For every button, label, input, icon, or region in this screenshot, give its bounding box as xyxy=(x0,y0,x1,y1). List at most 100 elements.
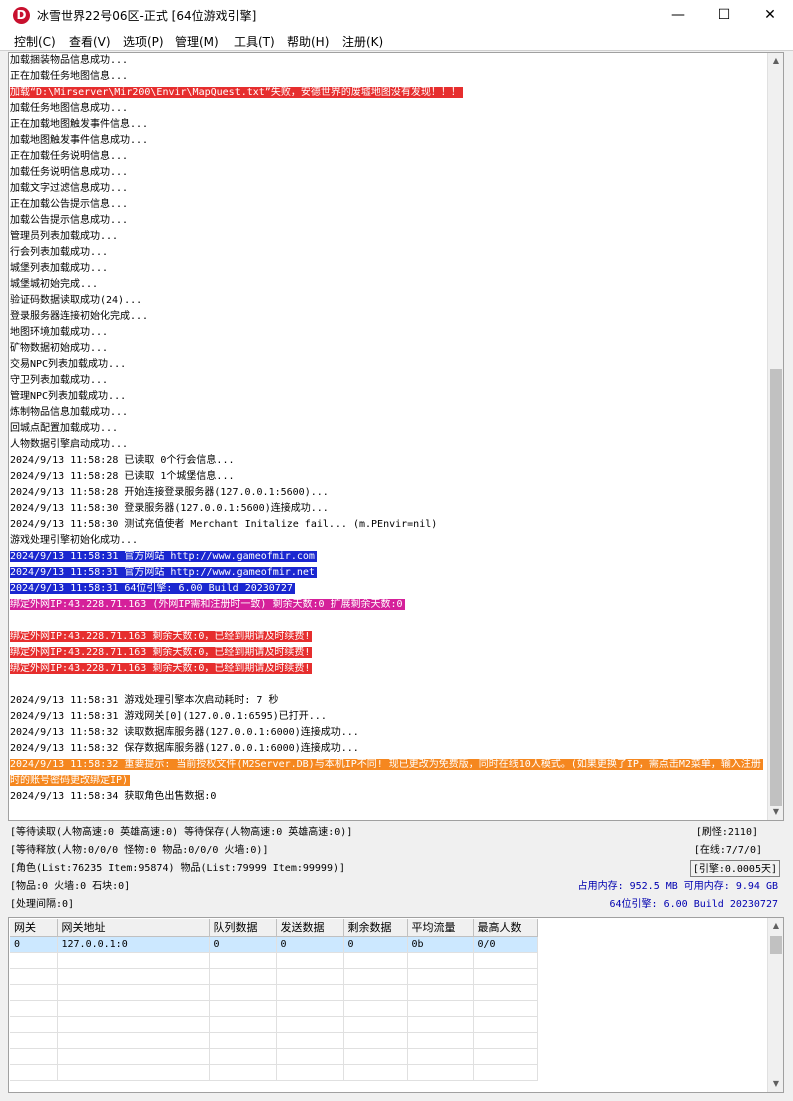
close-button[interactable]: ✕ xyxy=(747,0,793,30)
grid-scroll-thumb[interactable] xyxy=(770,936,782,954)
column-header[interactable]: 平均流量 xyxy=(407,919,474,937)
column-header[interactable]: 剩余数据 xyxy=(343,919,408,937)
log-line-text: 绑定外网IP:43.228.71.163 剩余天数:0，已经到期请及时续费! xyxy=(10,663,313,674)
log-line: 绑定外网IP:43.228.71.163 剩余天数:0，已经到期请及时续费! xyxy=(10,645,768,661)
log-line xyxy=(10,677,768,693)
log-line: 2024/9/13 11:58:31 官方网站 http://www.gameo… xyxy=(10,565,768,581)
app-logo-icon: D xyxy=(13,7,30,24)
log-line: 加载“D:\Mirserver\Mir200\Envir\MapQuest.tx… xyxy=(10,85,768,101)
log-line: 2024/9/13 11:58:30 测试充值使者 Merchant Inita… xyxy=(10,517,768,533)
scroll-up-icon[interactable]: ▲ xyxy=(768,53,783,69)
log-line: 加载地图触发事件信息成功... xyxy=(10,133,768,149)
log-line-text: 地图环境加载成功... xyxy=(10,327,109,338)
log-line: 交易NPC列表加载成功... xyxy=(10,357,768,373)
log-line-text: 2024/9/13 11:58:28 开始连接登录服务器(127.0.0.1:5… xyxy=(10,487,329,498)
empty-row xyxy=(10,1048,538,1065)
log-line: 加载任务地图信息成功... xyxy=(10,101,768,117)
log-line: 加载捆装物品信息成功... xyxy=(10,53,768,69)
log-output[interactable]: 加载捆装物品信息成功... 正在加载任务地图信息... 加载“D:\Mirserve… xyxy=(8,52,784,821)
log-line: 正在加载任务说明信息... xyxy=(10,149,768,165)
column-header[interactable]: 网关地址 xyxy=(57,919,210,937)
log-line: 绑定外网IP:43.228.71.163 (外网IP需和注册时一致) 剩余天数:… xyxy=(10,597,768,613)
log-line: 管理NPC列表加载成功... xyxy=(10,389,768,405)
log-line-text: 绑定外网IP:43.228.71.163 剩余天数:0，已经到期请及时续费! xyxy=(10,631,313,642)
scroll-up-icon[interactable]: ▲ xyxy=(768,918,783,934)
menu-register[interactable]: 注册(K) xyxy=(342,33,383,50)
menu-view[interactable]: 查看(V) xyxy=(69,33,111,50)
log-line: 2024/9/13 11:58:28 开始连接登录服务器(127.0.0.1:5… xyxy=(10,485,768,501)
menu-help[interactable]: 帮助(H) xyxy=(287,33,329,50)
grid-scrollbar[interactable]: ▲ ▼ xyxy=(767,918,783,1092)
log-line-text: 2024/9/13 11:58:31 游戏处理引擎本次启动耗时: 7 秒 xyxy=(10,695,279,706)
status-engine: [引擎:0.0005天] xyxy=(689,860,780,877)
column-header[interactable]: 队列数据 xyxy=(209,919,277,937)
status-panel: [等待读取(人物高速:0 英雄高速:0) 等待保存(人物高速:0 英雄高速:0)… xyxy=(8,822,784,916)
scroll-down-icon[interactable]: ▼ xyxy=(768,804,783,820)
log-line-text: 正在加载公告提示信息... xyxy=(10,199,129,210)
menu-control[interactable]: 控制(C) xyxy=(14,33,56,50)
log-line: 守卫列表加载成功... xyxy=(10,373,768,389)
empty-row xyxy=(10,968,538,985)
table-row[interactable]: 0 127.0.0.1:0 0 0 0 0b 0/0 xyxy=(10,936,538,953)
menu-tools[interactable]: 工具(T) xyxy=(234,33,275,50)
column-header[interactable]: 网关 xyxy=(10,919,58,937)
log-line-text: 正在加载地图触发事件信息... xyxy=(10,119,149,130)
log-line: 2024/9/13 11:58:32 读取数据库服务器(127.0.0.1:60… xyxy=(10,725,768,741)
table-cell: 0/0 xyxy=(473,936,538,953)
log-line-text: 加载捆装物品信息成功... xyxy=(10,55,129,66)
table-cell: 0b xyxy=(407,936,474,953)
log-line: 2024/9/13 11:58:31 官方网站 http://www.gameo… xyxy=(10,549,768,565)
empty-row xyxy=(10,1064,538,1081)
log-line: 2024/9/13 11:58:32 重要提示: 当前授权文件(M2Server… xyxy=(10,757,768,789)
log-line-text: 人物数据引擎启动成功... xyxy=(10,439,129,450)
log-line: 行会列表加载成功... xyxy=(10,245,768,261)
log-line xyxy=(10,613,768,629)
status-roles: [角色(List:76235 Item:95874) 物品(List:79999… xyxy=(10,863,346,874)
log-line-text: 验证码数据读取成功(24)... xyxy=(10,295,143,306)
maximize-button[interactable]: ☐ xyxy=(701,0,747,30)
empty-row xyxy=(10,1000,538,1017)
log-lines: 加载捆装物品信息成功... 正在加载任务地图信息... 加载“D:\Mirserve… xyxy=(10,53,768,805)
log-line-text: 登录服务器连接初始化完成... xyxy=(10,311,149,322)
log-line-text: 2024/9/13 11:58:32 保存数据库服务器(127.0.0.1:60… xyxy=(10,743,359,754)
log-line-text: 游戏处理引擎初始化成功... xyxy=(10,535,139,546)
scroll-down-icon[interactable]: ▼ xyxy=(768,1076,783,1092)
log-line-text: 交易NPC列表加载成功... xyxy=(10,359,127,370)
status-wait-read: [等待读取(人物高速:0 英雄高速:0) 等待保存(人物高速:0 英雄高速:0)… xyxy=(10,827,353,838)
table-cell: 0 xyxy=(276,936,344,953)
column-header[interactable]: 发送数据 xyxy=(276,919,344,937)
status-wait-release: [等待释放(人物:0/0/0 怪物:0 物品:0/0/0 火墙:0)] xyxy=(10,845,269,856)
log-line-text: 2024/9/13 11:58:32 读取数据库服务器(127.0.0.1:60… xyxy=(10,727,359,738)
log-line-text: 2024/9/13 11:58:31 官方网站 http://www.gameo… xyxy=(10,567,317,578)
gateway-grid[interactable]: 网关 网关地址 队列数据 发送数据 剩余数据 平均流量 最高人数 0 127.0… xyxy=(8,917,784,1093)
log-scroll-thumb[interactable] xyxy=(770,369,782,806)
log-line: 城堡列表加载成功... xyxy=(10,261,768,277)
empty-row xyxy=(10,984,538,1001)
log-line: 绑定外网IP:43.228.71.163 剩余天数:0，已经到期请及时续费! xyxy=(10,629,768,645)
log-line-text: 行会列表加载成功... xyxy=(10,247,109,258)
menu-options[interactable]: 选项(P) xyxy=(123,33,164,50)
minimize-button[interactable]: — xyxy=(655,0,701,30)
log-line: 加载文字过滤信息成功... xyxy=(10,181,768,197)
log-line: 加载公告提示信息成功... xyxy=(10,213,768,229)
empty-row xyxy=(10,952,538,969)
column-header[interactable]: 最高人数 xyxy=(473,919,538,937)
log-line-text: 加载任务说明信息成功... xyxy=(10,167,129,178)
log-line: 2024/9/13 11:58:34 获取角色出售数据:0 xyxy=(10,789,768,805)
log-scrollbar[interactable]: ▲ ▼ xyxy=(767,53,783,820)
log-line: 矿物数据初始成功... xyxy=(10,341,768,357)
log-line: 2024/9/13 11:58:31 游戏处理引擎本次启动耗时: 7 秒 xyxy=(10,693,768,709)
menu-manage[interactable]: 管理(M) xyxy=(175,33,219,50)
log-line-text: 2024/9/13 11:58:31 游戏网关[0](127.0.0.1:659… xyxy=(10,711,327,722)
log-line: 正在加载任务地图信息... xyxy=(10,69,768,85)
status-memory: 占用内存: 952.5 MB 可用内存: 9.94 GB xyxy=(577,881,778,892)
log-line: 2024/9/13 11:58:32 保存数据库服务器(127.0.0.1:60… xyxy=(10,741,768,757)
log-line: 地图环境加载成功... xyxy=(10,325,768,341)
status-build: 64位引擎: 6.00 Build 20230727 xyxy=(609,899,778,910)
log-line: 2024/9/13 11:58:31 64位引擎: 6.00 Build 202… xyxy=(10,581,768,597)
log-line-text: 城堡城初始完成... xyxy=(10,279,99,290)
log-line-text: 2024/9/13 11:58:28 已读取 1个城堡信息... xyxy=(10,471,235,482)
log-line: 城堡城初始完成... xyxy=(10,277,768,293)
log-line: 炼制物品信息加载成功... xyxy=(10,405,768,421)
log-line: 绑定外网IP:43.228.71.163 剩余天数:0，已经到期请及时续费! xyxy=(10,661,768,677)
